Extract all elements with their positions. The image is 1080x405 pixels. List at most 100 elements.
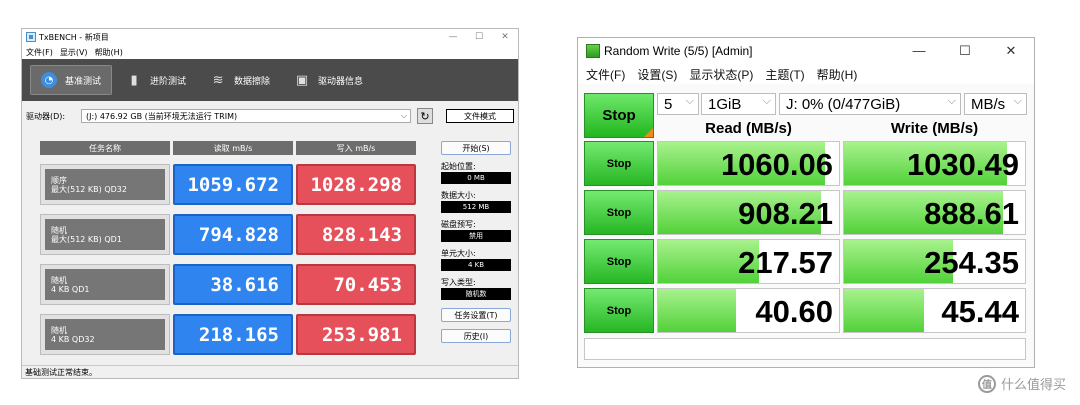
txbench-menubar: 文件(F) 显示(V) 帮助(H) xyxy=(22,45,518,59)
drive-info-icon: ▣ xyxy=(295,72,309,88)
drive-select[interactable]: J: 0% (0/477GiB) ⌵ xyxy=(779,93,961,115)
read-value: 218.165 xyxy=(173,314,293,355)
result-row: Stop 908.21 888.61 xyxy=(584,190,1026,235)
close-icon[interactable]: ✕ xyxy=(492,32,518,42)
menu-view[interactable]: 显示(V) xyxy=(60,47,88,58)
maximize-icon[interactable]: ☐ xyxy=(466,32,492,42)
chevron-down-icon: ⌵ xyxy=(685,95,694,107)
read-result: 217.57 xyxy=(657,239,840,284)
read-value: 217.57 xyxy=(738,245,833,280)
header-read: 读取 mB/s xyxy=(173,141,293,155)
task-button[interactable]: 随机 4 KB QD1 xyxy=(40,264,170,305)
read-value: 40.60 xyxy=(755,294,833,329)
result-row: 随机 4 KB QD32 218.165 253.981 xyxy=(40,314,438,355)
bar-chart-icon: ▮ xyxy=(130,72,138,88)
minimize-icon[interactable]: — xyxy=(440,32,466,42)
size-select[interactable]: 1GiB ⌵ xyxy=(701,93,776,115)
txbench-app-icon xyxy=(26,32,36,42)
cdm-window: Random Write (5/5) [Admin] — ☐ ✕ 文件(F) 设… xyxy=(577,37,1035,368)
read-value: 794.828 xyxy=(173,214,293,255)
read-result: 908.21 xyxy=(657,190,840,235)
write-value: 1028.298 xyxy=(296,164,416,205)
maximize-icon[interactable]: ☐ xyxy=(942,43,988,59)
result-row: Stop 217.57 254.35 xyxy=(584,239,1026,284)
file-mode-button[interactable]: 文件模式 xyxy=(446,109,514,123)
read-value: 38.616 xyxy=(173,264,293,305)
refresh-icon[interactable]: ↻ xyxy=(417,108,433,124)
minimize-icon[interactable]: — xyxy=(896,43,942,59)
write-type-field[interactable]: 随机数 xyxy=(441,288,511,300)
start-button[interactable]: 开始(S) xyxy=(441,141,511,155)
results-grid: 任务名称 读取 mB/s 写入 mB/s 顺序 最大(512 KB) QD32 … xyxy=(40,141,438,355)
chevron-down-icon: ⌵ xyxy=(1013,95,1022,107)
write-result: 1030.49 xyxy=(843,141,1026,186)
menu-help[interactable]: 帮助(H) xyxy=(817,66,858,83)
unit-value: MB/s xyxy=(971,95,1006,113)
close-icon[interactable]: ✕ xyxy=(988,43,1034,59)
start-position-label: 起始位置: xyxy=(441,162,476,171)
write-level-bar xyxy=(844,289,924,332)
drive-label: 驱动器(D): xyxy=(26,111,66,121)
write-value: 828.143 xyxy=(296,214,416,255)
write-value: 253.981 xyxy=(296,314,416,355)
task-detail: 最大(512 KB) QD1 xyxy=(51,234,122,244)
result-row: Stop 1060.06 1030.49 xyxy=(584,141,1026,186)
task-settings-button[interactable]: 任务设置(T) xyxy=(441,308,511,322)
task-type: 随机 xyxy=(51,325,67,335)
read-result: 1060.06 xyxy=(657,141,840,186)
data-size-label: 数据大小: xyxy=(441,191,476,200)
write-value: 70.453 xyxy=(296,264,416,305)
drive-select[interactable]: (J:) 476.92 GB (当前环境无法运行 TRIM) ⌵ xyxy=(81,109,411,123)
all-stop-button[interactable]: Stop xyxy=(584,93,654,138)
read-value: 908.21 xyxy=(738,196,833,231)
task-detail: 4 KB QD32 xyxy=(51,334,95,344)
watermark: 值 什么值得买 xyxy=(977,374,1066,393)
unit-size-field[interactable]: 4 KB xyxy=(441,259,511,271)
stop-button[interactable]: Stop xyxy=(584,239,654,284)
txbench-window: TxBENCH - 新项目 — ☐ ✕ 文件(F) 显示(V) 帮助(H) ◔ … xyxy=(21,28,519,379)
timer-icon: ◔ xyxy=(41,72,57,88)
prefetch-field[interactable]: 禁用 xyxy=(441,230,511,242)
txbench-title: TxBENCH - 新项目 xyxy=(39,32,109,42)
count-value: 5 xyxy=(664,95,673,113)
tab-advanced-label: 进阶测试 xyxy=(150,76,187,87)
header-write: 写入 mB/s xyxy=(296,141,416,155)
menu-theme[interactable]: 主题(T) xyxy=(765,66,804,83)
write-result: 45.44 xyxy=(843,288,1026,333)
stop-button[interactable]: Stop xyxy=(584,288,654,333)
tab-erase[interactable]: ≋ 数据擦除 xyxy=(200,65,280,95)
task-type: 随机 xyxy=(51,275,67,285)
comment-field[interactable] xyxy=(584,338,1026,360)
unit-select[interactable]: MB/s ⌵ xyxy=(964,93,1027,115)
tab-advanced[interactable]: ▮ 进阶测试 xyxy=(116,65,196,95)
count-select[interactable]: 5 ⌵ xyxy=(657,93,699,115)
stop-button[interactable]: Stop xyxy=(584,190,654,235)
cdm-panel: Stop 5 ⌵ 1GiB ⌵ J: 0% (0/477GiB) ⌵ MB/s … xyxy=(584,90,1030,340)
write-type-label: 写入类型: xyxy=(441,278,476,287)
menu-settings[interactable]: 设置(S) xyxy=(637,66,677,83)
data-size-field[interactable]: 512 MB xyxy=(441,201,511,213)
drive-value: J: 0% (0/477GiB) xyxy=(786,95,901,113)
menu-file[interactable]: 文件(F) xyxy=(586,66,625,83)
zhi-logo-icon: 值 xyxy=(977,374,996,393)
start-position-field[interactable]: 0 MB xyxy=(441,172,511,184)
result-row: 随机 4 KB QD1 38.616 70.453 xyxy=(40,264,438,305)
txbench-toolbar: ◔ 基准测试 ▮ 进阶测试 ≋ 数据擦除 ▣ 驱动器信息 xyxy=(22,59,518,101)
tab-benchmark[interactable]: ◔ 基准测试 xyxy=(30,65,113,95)
history-button[interactable]: 历史(I) xyxy=(441,329,511,343)
result-row: 随机 最大(512 KB) QD1 794.828 828.143 xyxy=(40,214,438,255)
cdm-app-icon xyxy=(586,44,600,58)
tab-drive-info[interactable]: ▣ 驱动器信息 xyxy=(284,65,373,95)
menu-help[interactable]: 帮助(H) xyxy=(95,47,123,58)
stop-button[interactable]: Stop xyxy=(584,141,654,186)
task-button[interactable]: 随机 最大(512 KB) QD1 xyxy=(40,214,170,255)
read-result: 40.60 xyxy=(657,288,840,333)
menu-file[interactable]: 文件(F) xyxy=(26,47,53,58)
watermark-text: 什么值得买 xyxy=(1000,378,1066,393)
task-button[interactable]: 随机 4 KB QD32 xyxy=(40,314,170,355)
write-value: 1030.49 xyxy=(906,147,1019,182)
write-value: 888.61 xyxy=(924,196,1019,231)
menu-display[interactable]: 显示状态(P) xyxy=(689,66,753,83)
chevron-down-icon: ⌵ xyxy=(400,111,407,120)
task-button[interactable]: 顺序 最大(512 KB) QD32 xyxy=(40,164,170,205)
